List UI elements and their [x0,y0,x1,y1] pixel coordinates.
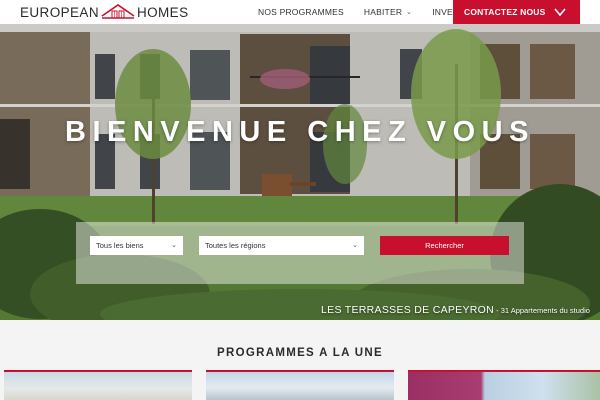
chevron-down-icon [554,8,566,17]
search-panel: Tous les biens ⌄ Toutes les régions ⌄ Re… [76,222,524,284]
hero-banner: BIENVENUE CHEZ VOUS Tous les biens ⌄ Tou… [0,24,600,320]
caption-separator: - [494,306,501,315]
nav-item-habiter[interactable]: HABITER ⌄ [364,7,412,17]
site-header: EUROPEAN HOMES NOS PROGRAMMES HABITER ⌄ … [0,0,600,24]
contact-label: CONTACTEZ NOUS [464,7,546,17]
house-logo-icon [101,4,135,19]
chevron-down-icon: ⌄ [406,9,413,16]
section-title: PROGRAMMES A LA UNE [217,347,383,359]
logo-word-homes: HOMES [136,4,189,20]
nav-item-nos-programmes[interactable]: NOS PROGRAMMES [258,7,344,17]
nav-label: HABITER [363,7,403,17]
region-select[interactable]: Toutes les régions ⌄ [199,236,364,255]
hero-title: BIENVENUE CHEZ VOUS [65,116,535,148]
region-value: Toutes les régions [205,241,266,250]
programme-card[interactable] [4,370,192,400]
logo-word-european: EUROPEAN [20,4,99,20]
contact-button[interactable]: CONTACTEZ NOUS [453,0,580,24]
programme-name: LES TERRASSES DE CAPEYRON [321,304,495,316]
chevron-down-icon: ⌄ [352,242,358,249]
property-type-select[interactable]: Tous les biens ⌄ [90,236,183,255]
programme-details: 31 Appartements du studio [500,306,590,315]
chevron-down-icon: ⌄ [171,242,177,249]
site-logo[interactable]: EUROPEAN HOMES [20,3,188,21]
search-button[interactable]: Rechercher [380,236,509,255]
featured-programmes-section: PROGRAMMES A LA UNE [0,320,600,400]
nav-label: NOS PROGRAMMES [258,7,344,17]
property-type-value: Tous les biens [96,241,144,250]
programme-card[interactable] [408,370,600,400]
programme-card[interactable] [206,370,394,400]
hero-caption[interactable]: LES TERRASSES DE CAPEYRON - 31 Apparteme… [321,300,590,318]
